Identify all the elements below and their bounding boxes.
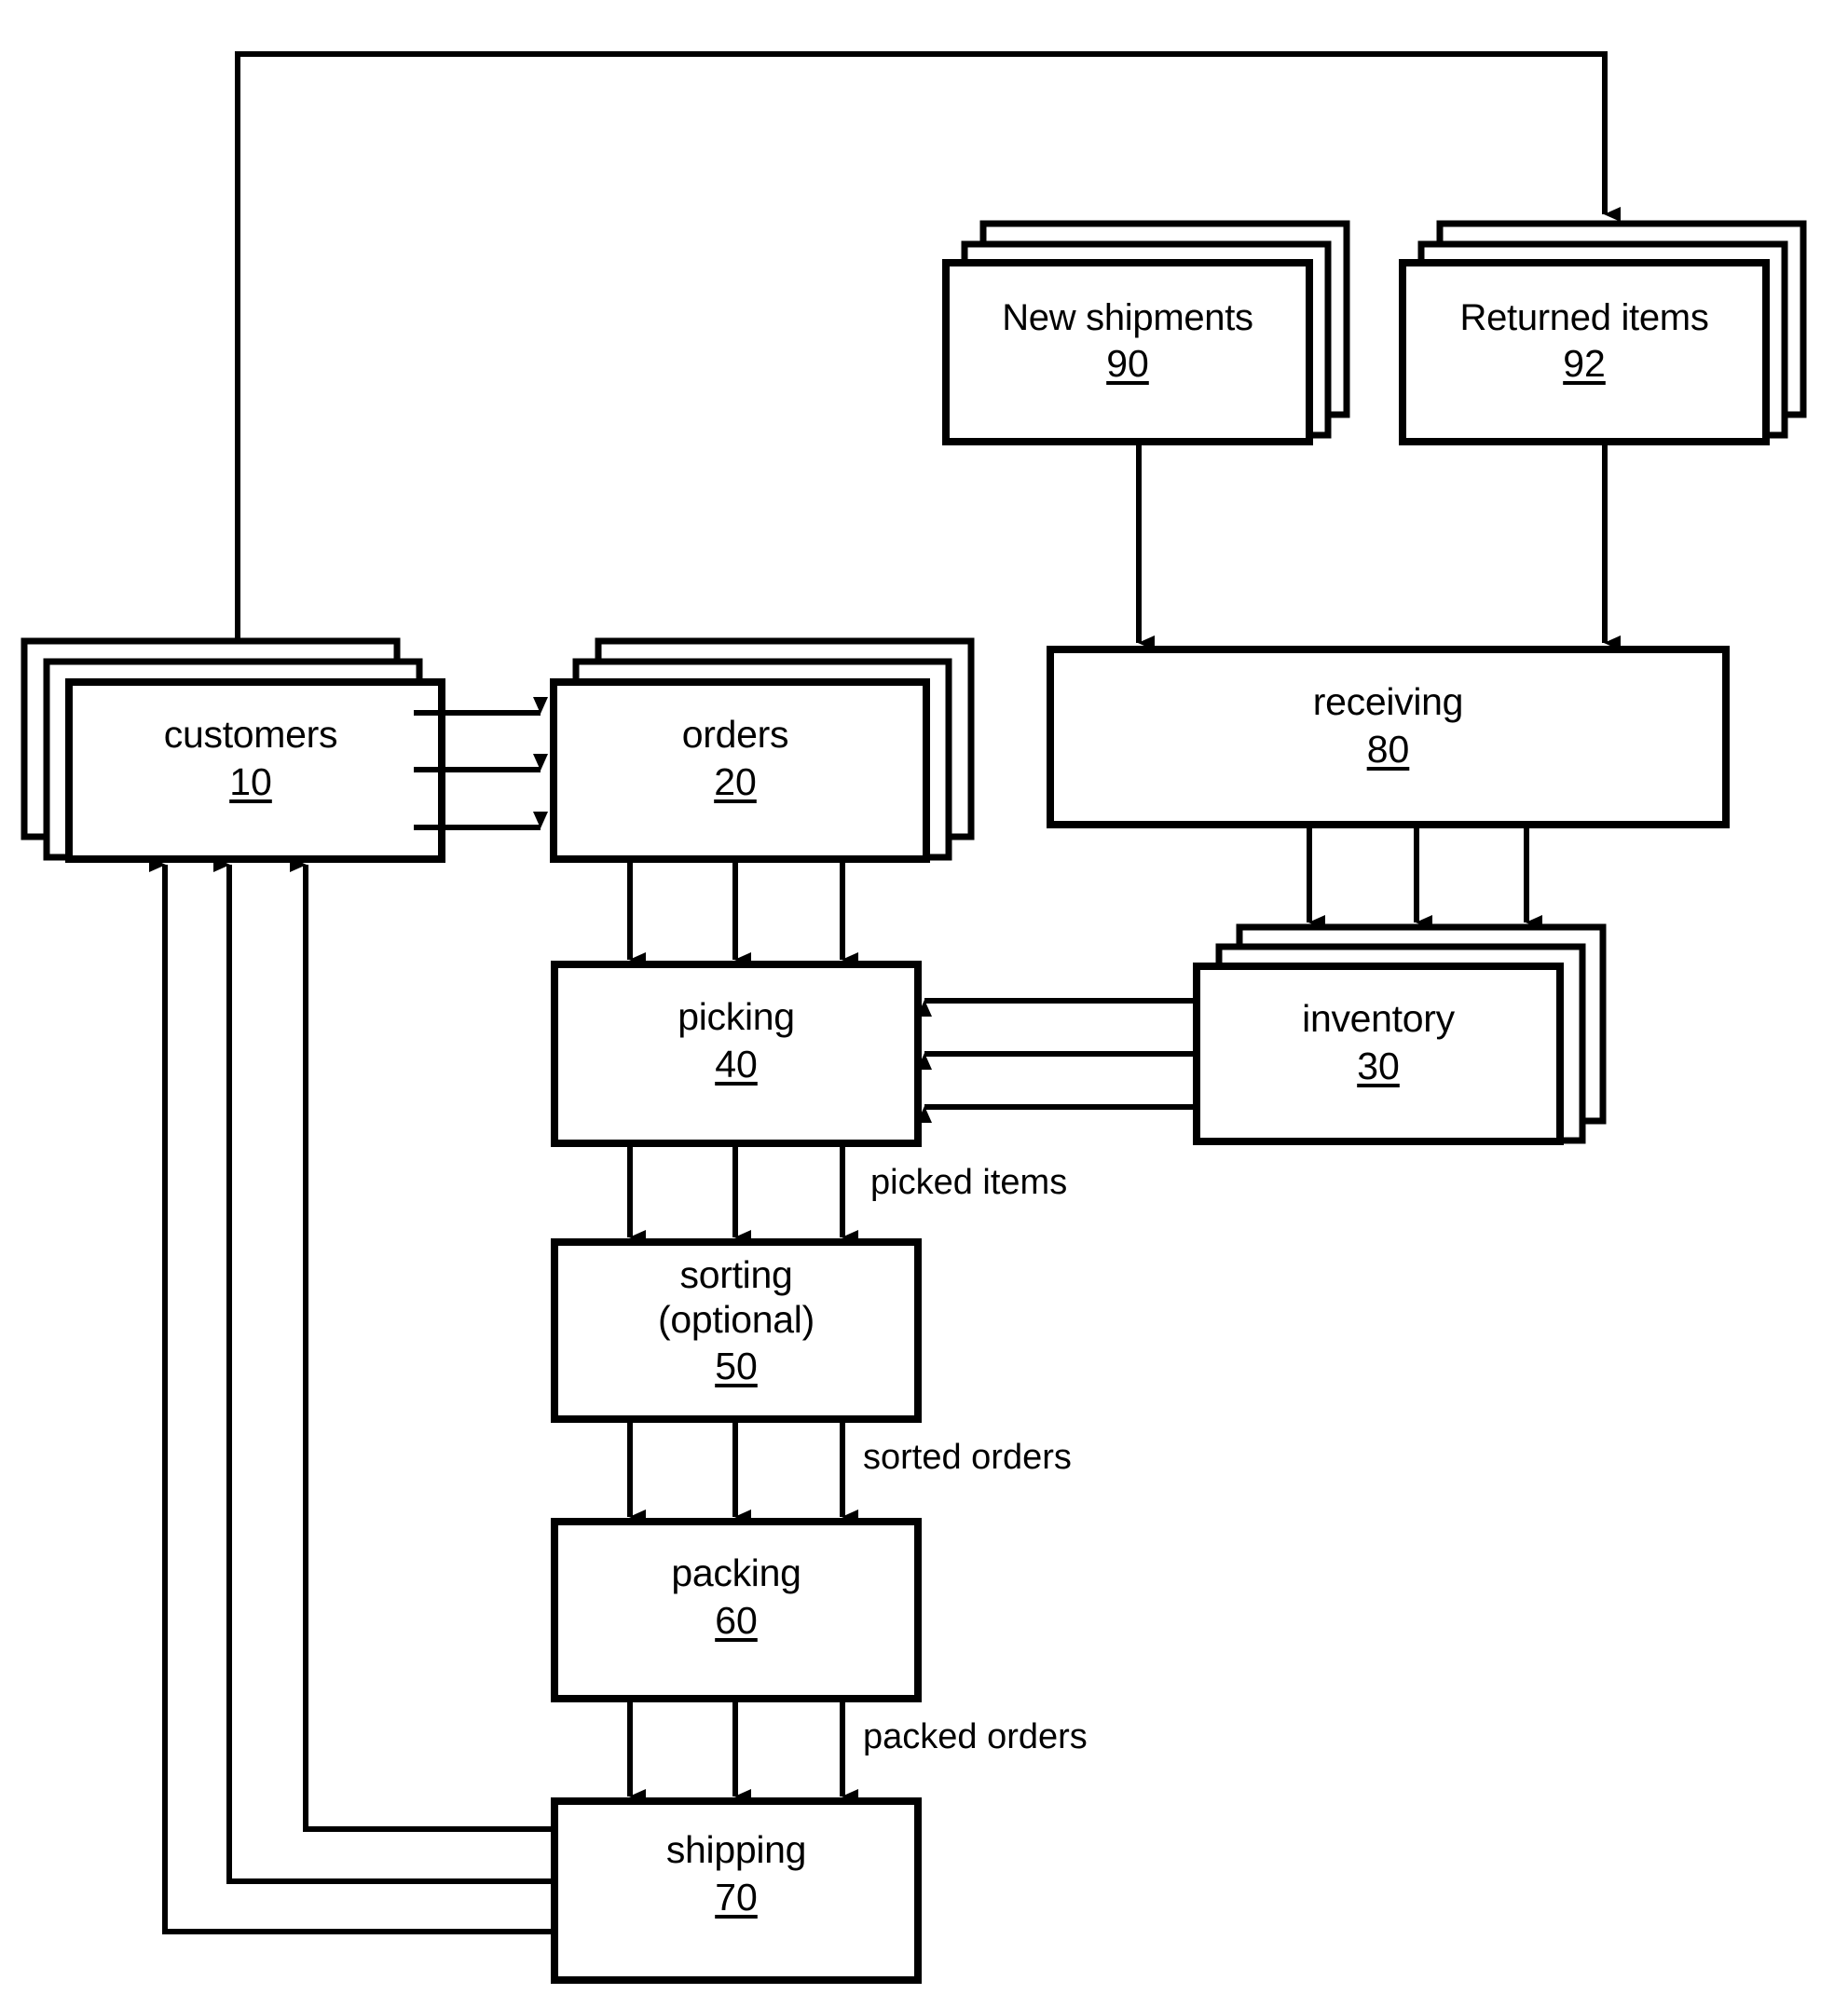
edge-sorting-to-packing xyxy=(627,1417,858,1524)
node-orders[interactable] xyxy=(550,637,975,863)
patent-figure: customers 10 orders 20 inventory 30 pick… xyxy=(0,0,1848,2008)
edge-receiving-to-inventory xyxy=(1307,825,1542,930)
node-receiving[interactable] xyxy=(1047,646,1730,828)
node-returned-items[interactable] xyxy=(1399,220,1807,445)
edge-shipping-to-customers xyxy=(149,857,554,1934)
node-new-shipments[interactable] xyxy=(942,220,1350,445)
node-inventory[interactable] xyxy=(1193,923,1607,1145)
edge-packing-to-shipping xyxy=(627,1697,858,1804)
edge-picking-to-sorting xyxy=(627,1141,858,1245)
node-sorting[interactable] xyxy=(551,1238,922,1423)
node-picking[interactable] xyxy=(551,961,922,1147)
node-packing[interactable] xyxy=(551,1518,922,1702)
node-customers[interactable] xyxy=(21,637,445,863)
edge-orders-to-picking xyxy=(627,861,858,967)
node-shipping[interactable] xyxy=(551,1797,922,1984)
edge-inventory-to-picking xyxy=(917,998,1197,1123)
diagram-canvas xyxy=(21,51,1807,1984)
